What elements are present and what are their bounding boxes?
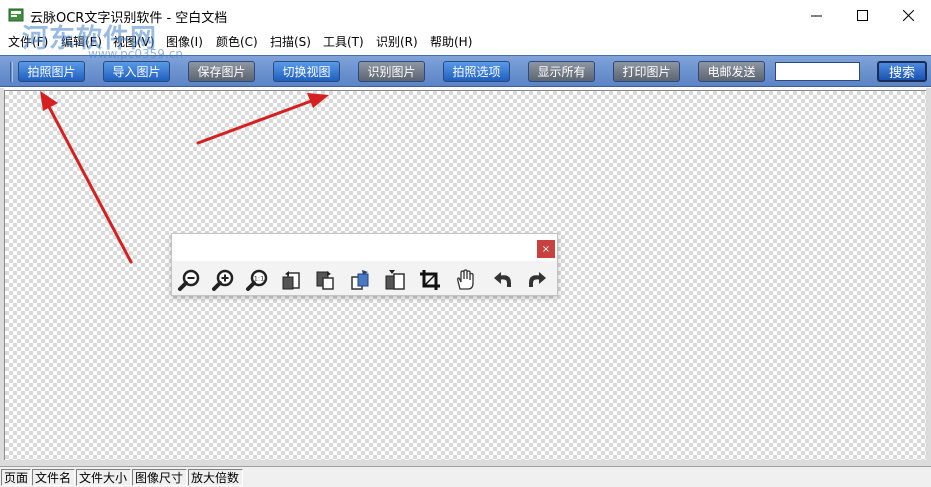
image-tools-close-button[interactable]: × — [537, 240, 555, 258]
window-title: 云脉OCR文字识别软件 - 空白文档 — [30, 11, 228, 26]
close-window-button[interactable] — [885, 0, 931, 30]
image-tools-titlebar[interactable] — [172, 234, 557, 261]
status-filesize: 文件大小 — [76, 469, 131, 486]
undo-icon[interactable] — [490, 267, 516, 293]
status-page: 页面 — [1, 469, 31, 486]
status-image-size: 图像尺寸 — [132, 469, 187, 486]
menu-color[interactable]: 颜色(C) — [216, 33, 258, 50]
menu-scan[interactable]: 扫描(S) — [270, 33, 311, 50]
rotate-left-icon[interactable] — [278, 267, 304, 293]
maximize-button[interactable] — [839, 0, 885, 30]
save-image-button[interactable]: 保存图片 — [188, 61, 255, 82]
image-tools-panel: × 1:1 — [171, 233, 558, 296]
flip-horizontal-icon[interactable] — [347, 267, 373, 293]
recognize-image-button[interactable]: 识别图片 — [358, 61, 425, 82]
menu-edit[interactable]: 编辑(E) — [61, 33, 102, 50]
zoom-actual-label: 1:1 — [254, 275, 264, 283]
hand-pan-icon[interactable] — [452, 267, 478, 293]
close-icon — [902, 9, 914, 21]
status-zoom: 放大倍数 — [188, 469, 243, 486]
app-icon — [8, 8, 24, 22]
redo-icon[interactable] — [524, 267, 550, 293]
menu-bar: 文件(F) 编辑(E) 视图(V) 图像(I) 颜色(C) 扫描(S) 工具(T… — [0, 30, 931, 52]
show-all-button[interactable]: 显示所有 — [528, 61, 595, 82]
minimize-icon — [810, 15, 822, 16]
email-send-button[interactable]: 电邮发送 — [698, 61, 765, 82]
import-image-button[interactable]: 导入图片 — [103, 61, 170, 82]
status-bar: 页面 文件名 文件大小 图像尺寸 放大倍数 — [0, 466, 931, 487]
minimize-button[interactable] — [793, 0, 839, 30]
capture-image-button[interactable]: 拍照图片 — [18, 61, 85, 82]
switch-view-button[interactable]: 切换视图 — [273, 61, 340, 82]
main-toolbar: 拍照图片 导入图片 保存图片 切换视图 识别图片 拍照选项 显示所有 打印图片 … — [0, 55, 931, 87]
title-bar: 云脉OCR文字识别软件 - 空白文档 — [0, 0, 931, 30]
toolbar-grip[interactable] — [10, 62, 13, 82]
frame-right — [926, 88, 931, 466]
menu-recognize[interactable]: 识别(R) — [376, 33, 418, 50]
zoom-actual-icon[interactable]: 1:1 — [244, 267, 270, 293]
rotate-right-icon[interactable] — [312, 267, 338, 293]
search-input[interactable] — [775, 62, 860, 81]
flip-vertical-icon[interactable] — [382, 267, 408, 293]
menu-tools[interactable]: 工具(T) — [323, 33, 364, 50]
print-image-button[interactable]: 打印图片 — [613, 61, 680, 82]
status-filename: 文件名 — [32, 469, 75, 486]
maximize-icon — [856, 9, 868, 21]
menu-image[interactable]: 图像(I) — [166, 33, 203, 50]
menu-view[interactable]: 视图(V) — [113, 33, 155, 50]
capture-options-button[interactable]: 拍照选项 — [443, 61, 510, 82]
zoom-in-icon[interactable] — [210, 267, 236, 293]
crop-icon[interactable] — [417, 267, 443, 293]
menu-help[interactable]: 帮助(H) — [430, 33, 472, 50]
search-button[interactable]: 搜索 — [877, 61, 927, 82]
zoom-out-icon[interactable] — [176, 267, 202, 293]
menu-file[interactable]: 文件(F) — [8, 33, 48, 50]
